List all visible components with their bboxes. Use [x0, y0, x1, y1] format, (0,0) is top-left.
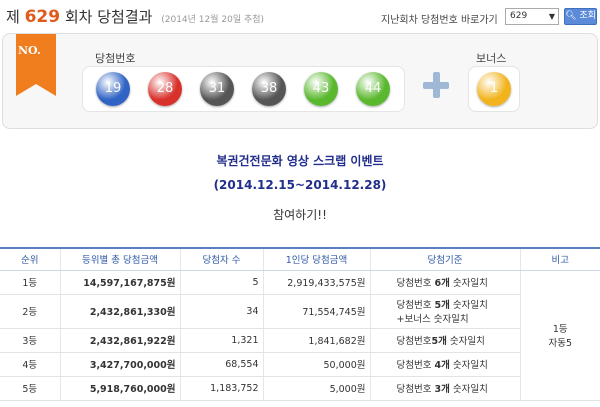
note-cell: 1등 자동5	[519, 270, 600, 401]
criteria-count: 3개	[434, 384, 450, 395]
bonus-label: 보너스	[476, 52, 507, 65]
per-winner-cell: 2,919,433,575원	[262, 270, 370, 295]
criteria-cell: 당첨번호 5개 숫자일치 +보너스 숫자일치	[369, 294, 520, 329]
criteria-cell: 당첨번호 4개 숫자일치	[369, 352, 520, 377]
table-row: 5등 5,918,760,000원 1,183,752 5,000원 당첨번호 …	[0, 376, 600, 401]
criteria-suffix: 숫자일치	[449, 300, 488, 311]
prize-table: 순위 등위별 총 당첨금액 당첨자 수 1인당 당첨금액 당첨기준 비고 1등 …	[0, 247, 600, 401]
ball-4: 38	[252, 72, 286, 106]
criteria-count: 5개	[431, 336, 447, 347]
bonus-ball: 1	[477, 72, 511, 106]
table-row: 1등 14,597,167,875원 5 2,919,433,575원 당첨번호…	[0, 270, 600, 401]
rank-cell: 3등	[0, 328, 60, 353]
ball-3: 31	[200, 72, 234, 106]
rank-cell: 2등	[0, 294, 60, 329]
criteria-prefix: 당첨번호	[396, 278, 435, 289]
rank-cell: 1등	[0, 270, 60, 295]
winners-cell: 1,321	[179, 328, 263, 353]
chevron-down-icon: ▼	[548, 12, 555, 21]
per-winner-cell: 1,841,682원	[262, 328, 370, 353]
criteria-cell: 당첨번호 6개 숫자일치	[369, 270, 520, 295]
header-total: 등위별 총 당첨금액	[59, 247, 180, 271]
criteria-suffix: 숫자일치	[449, 384, 488, 395]
draw-date: (2014년 12월 20일 추첨)	[161, 15, 265, 25]
per-winner-cell: 50,000원	[262, 352, 370, 377]
table-header-row: 순위 등위별 총 당첨금액 당첨자 수 1인당 당첨금액 당첨기준 비고	[0, 247, 600, 271]
result-header: 제 629 회차 당첨결과 (2014년 12월 20일 추첨) 지난회차 당첨…	[0, 0, 600, 30]
total-cell: 5,918,760,000원	[59, 376, 180, 401]
criteria-prefix: 당첨번호	[396, 384, 435, 395]
note-line-2: 자동5	[548, 338, 573, 349]
ball-6: 44	[356, 72, 390, 106]
event-title[interactable]: 복권건전문화 영상 스크랩 이벤트	[0, 152, 600, 169]
participate-link[interactable]: 참여하기!!	[0, 206, 600, 223]
page-title: 제 629 회차 당첨결과 (2014년 12월 20일 추첨)	[6, 6, 264, 27]
total-cell: 2,432,861,330원	[59, 294, 180, 329]
round-select[interactable]: 629 ▼	[505, 8, 559, 25]
total-cell: 2,432,861,922원	[59, 328, 180, 353]
search-button[interactable]: 🔍︎ 조회	[564, 8, 597, 25]
table-row: 3등 2,432,861,922원 1,321 1,841,682원 당첨번호5…	[0, 328, 600, 353]
criteria-prefix: 당첨번호	[396, 300, 435, 311]
table-row: 2등 2,432,861,330원 34 71,554,745원 당첨번호 5개…	[0, 294, 600, 329]
event-period[interactable]: (2014.12.15~2014.12.28)	[0, 178, 600, 192]
round-select-value: 629	[510, 11, 528, 21]
winners-cell: 5	[179, 270, 263, 295]
header-winners: 당첨자 수	[179, 247, 263, 271]
winning-numbers-label: 당첨번호	[95, 52, 136, 65]
ball-2: 28	[148, 72, 182, 106]
previous-round-label: 지난회차 당첨번호 바로가기	[381, 15, 498, 26]
rank-cell: 5등	[0, 376, 60, 401]
header-criteria: 당첨기준	[369, 247, 520, 271]
per-winner-cell: 5,000원	[262, 376, 370, 401]
criteria-prefix: 당첨번호	[396, 360, 435, 371]
table-row: 4등 3,427,700,000원 68,554 50,000원 당첨번호 4개…	[0, 352, 600, 377]
criteria-prefix: 당첨번호	[396, 336, 432, 347]
header-note: 비고	[519, 247, 600, 271]
ball-5: 43	[304, 72, 338, 106]
rank-cell: 4등	[0, 352, 60, 377]
criteria-count: 4개	[434, 360, 450, 371]
title-prefix: 제	[6, 8, 20, 26]
winners-cell: 68,554	[179, 352, 263, 377]
total-cell: 14,597,167,875원	[59, 270, 180, 295]
ribbon-text: NO.	[18, 44, 41, 57]
criteria-count: 6개	[434, 278, 450, 289]
ribbon-badge	[16, 34, 56, 96]
criteria-count: 5개	[434, 300, 450, 311]
header-per-winner: 1인당 당첨금액	[262, 247, 370, 271]
winners-cell: 1,183,752	[179, 376, 263, 401]
criteria-suffix: 숫자일치	[449, 360, 488, 371]
title-suffix: 회차 당첨결과	[64, 8, 153, 26]
winners-cell: 34	[179, 294, 263, 329]
criteria-suffix: 숫자일치	[446, 336, 485, 347]
header-rank: 순위	[0, 247, 60, 271]
note-line-1: 1등	[552, 324, 568, 335]
plus-icon	[421, 70, 451, 100]
criteria-cell: 당첨번호 3개 숫자일치	[369, 376, 520, 401]
magnifier-icon: 🔍︎	[565, 11, 577, 21]
criteria-suffix: 숫자일치	[449, 278, 488, 289]
ball-1: 19	[96, 72, 130, 106]
search-button-label: 조회	[579, 11, 596, 21]
criteria-extra: +보너스 숫자일치	[396, 314, 469, 325]
round-number: 629	[24, 7, 61, 27]
criteria-cell: 당첨번호5개 숫자일치	[369, 328, 520, 353]
total-cell: 3,427,700,000원	[59, 352, 180, 377]
per-winner-cell: 71,554,745원	[262, 294, 370, 329]
